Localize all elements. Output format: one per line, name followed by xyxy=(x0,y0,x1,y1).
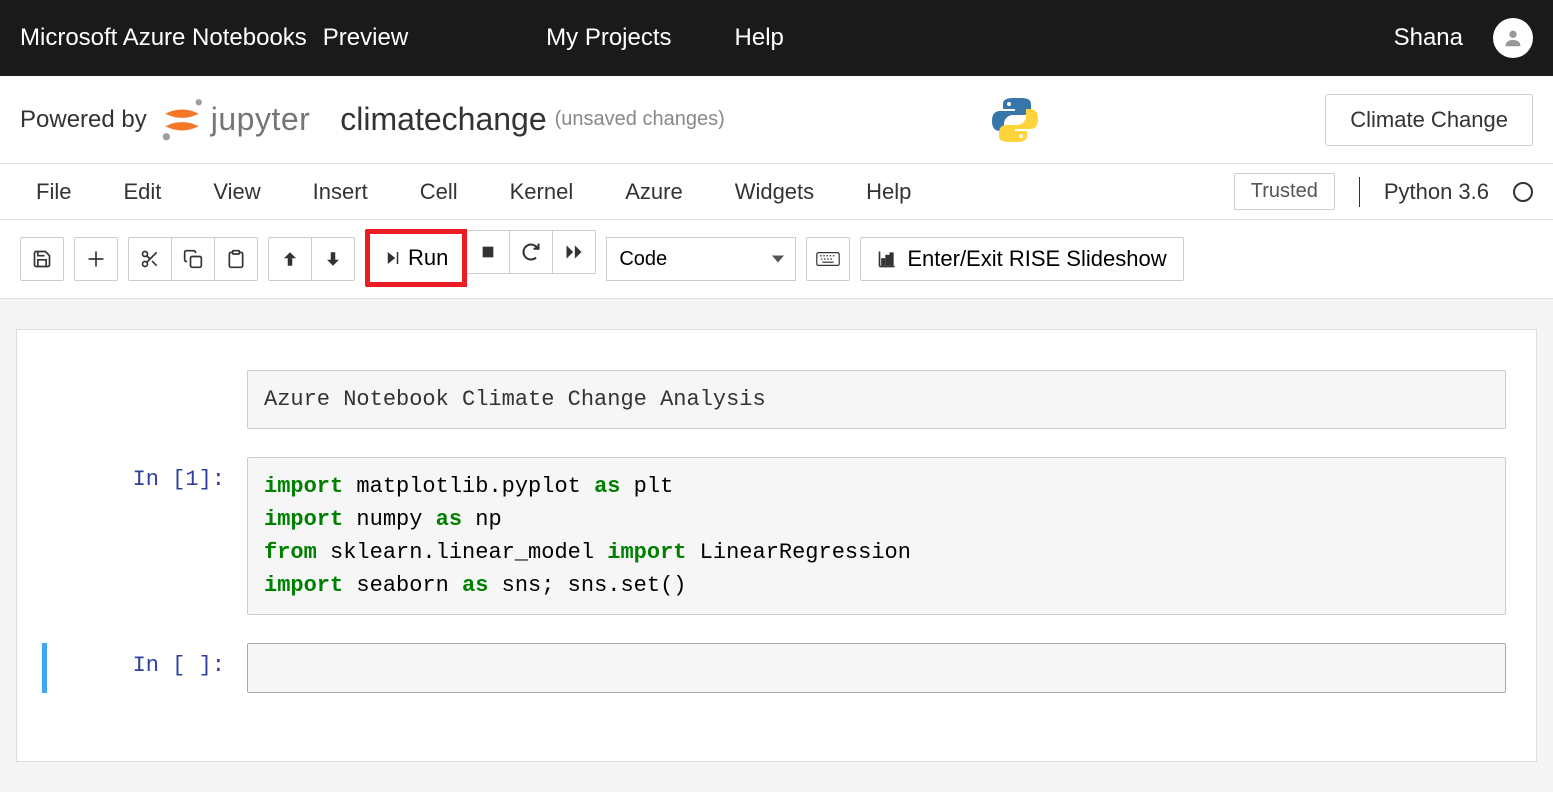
menu-file[interactable]: File xyxy=(20,171,87,213)
copy-button[interactable] xyxy=(171,237,215,281)
notebook-inner: Azure Notebook Climate Change Analysis I… xyxy=(16,329,1537,762)
cut-icon xyxy=(140,249,160,269)
menu-azure[interactable]: Azure xyxy=(609,171,698,213)
jupyter-logo[interactable]: jupyter xyxy=(159,97,311,143)
user-name-label[interactable]: Shana xyxy=(1394,24,1463,52)
plus-icon xyxy=(86,249,106,269)
rise-slideshow-button[interactable]: Enter/Exit RISE Slideshow xyxy=(860,237,1183,281)
run-button[interactable]: Run xyxy=(365,229,467,287)
paste-icon xyxy=(226,249,246,269)
save-icon xyxy=(32,249,52,269)
code-cell-2-content[interactable] xyxy=(247,643,1506,693)
brand-label: Microsoft Azure Notebooks xyxy=(20,24,307,52)
code-cell-2[interactable]: In [ ]: xyxy=(42,643,1506,693)
unsaved-label: (unsaved changes) xyxy=(555,108,725,131)
raw-cell[interactable]: Azure Notebook Climate Change Analysis xyxy=(47,370,1506,429)
python-logo-icon xyxy=(991,96,1039,144)
toolbar: Run Code Enter/Exit RISE Slideshow xyxy=(0,220,1553,299)
kernel-name-label: Python 3.6 xyxy=(1384,179,1489,205)
my-projects-link[interactable]: My Projects xyxy=(546,24,671,52)
copy-icon xyxy=(183,249,203,269)
jupyter-text: jupyter xyxy=(211,101,311,138)
move-up-button[interactable] xyxy=(268,237,312,281)
save-button[interactable] xyxy=(20,237,64,281)
menu-cell[interactable]: Cell xyxy=(404,171,474,213)
preview-label: Preview xyxy=(323,24,408,52)
stop-icon xyxy=(480,244,496,260)
stop-button[interactable] xyxy=(466,230,510,274)
move-down-button[interactable] xyxy=(311,237,355,281)
cell-type-select[interactable]: Code xyxy=(606,237,796,281)
menu-edit[interactable]: Edit xyxy=(107,171,177,213)
run-all-button[interactable] xyxy=(552,230,596,274)
cut-button[interactable] xyxy=(128,237,172,281)
jupyter-header: Powered by jupyter climatechange (unsave… xyxy=(0,76,1553,164)
bar-chart-icon xyxy=(877,249,897,269)
cell-prompt-1: In [1]: xyxy=(47,457,247,492)
divider xyxy=(1359,177,1360,207)
add-cell-button[interactable] xyxy=(74,237,118,281)
raw-cell-content[interactable]: Azure Notebook Climate Change Analysis xyxy=(247,370,1506,429)
run-label: Run xyxy=(408,245,448,271)
restart-icon xyxy=(521,242,541,262)
restart-button[interactable] xyxy=(509,230,553,274)
user-avatar-icon[interactable] xyxy=(1493,18,1533,58)
rise-label: Enter/Exit RISE Slideshow xyxy=(907,246,1166,272)
notebook-name[interactable]: climatechange xyxy=(340,101,546,138)
code-cell-1[interactable]: In [1]: import matplotlib.pyplot as plti… xyxy=(47,457,1506,615)
menu-kernel[interactable]: Kernel xyxy=(494,171,590,213)
menu-view[interactable]: View xyxy=(197,171,276,213)
arrow-up-icon xyxy=(281,250,299,268)
menu-bar: File Edit View Insert Cell Kernel Azure … xyxy=(0,164,1553,220)
keyboard-icon xyxy=(816,251,840,267)
run-icon xyxy=(384,249,402,267)
fast-forward-icon xyxy=(564,242,584,262)
menu-help[interactable]: Help xyxy=(850,171,927,213)
powered-by-label: Powered by xyxy=(20,106,147,134)
kernel-status-icon[interactable] xyxy=(1513,182,1533,202)
command-palette-button[interactable] xyxy=(806,237,850,281)
cell-prompt-empty xyxy=(47,370,247,380)
top-nav: Microsoft Azure Notebooks Preview My Pro… xyxy=(0,0,1553,76)
arrow-down-icon xyxy=(324,250,342,268)
paste-button[interactable] xyxy=(214,237,258,281)
menu-insert[interactable]: Insert xyxy=(297,171,384,213)
menu-widgets[interactable]: Widgets xyxy=(719,171,830,213)
code-cell-1-content[interactable]: import matplotlib.pyplot as pltimport nu… xyxy=(247,457,1506,615)
notebook-area: Azure Notebook Climate Change Analysis I… xyxy=(0,299,1553,792)
help-link[interactable]: Help xyxy=(735,24,784,52)
cell-prompt-2: In [ ]: xyxy=(47,643,247,678)
trusted-button[interactable]: Trusted xyxy=(1234,173,1335,210)
project-button[interactable]: Climate Change xyxy=(1325,94,1533,146)
